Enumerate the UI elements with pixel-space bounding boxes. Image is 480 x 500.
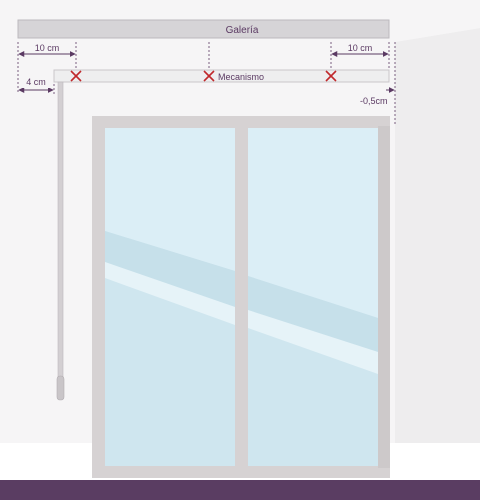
end-offset-label: -0,5cm: [360, 96, 388, 106]
right-offset-label: 10 cm: [348, 43, 373, 53]
left-glass-pane: [105, 128, 235, 466]
right-glass-pane: [248, 128, 378, 466]
pull-wand: [57, 81, 64, 379]
mecanismo-label: Mecanismo: [218, 72, 264, 82]
side-wall: [395, 28, 480, 480]
blind-installation-diagram: Galería 10 cm 10 cm Mecanismo 4 cm -0,5c…: [0, 0, 480, 500]
galeria-label: Galería: [226, 25, 259, 36]
pull-wand-handle: [56, 375, 65, 401]
footer-bar: [0, 480, 480, 500]
left-offset-label: 10 cm: [35, 43, 60, 53]
cord-offset-label: 4 cm: [26, 77, 46, 87]
galeria-bar: [17, 19, 390, 39]
window-frame-shadow: [378, 126, 390, 468]
